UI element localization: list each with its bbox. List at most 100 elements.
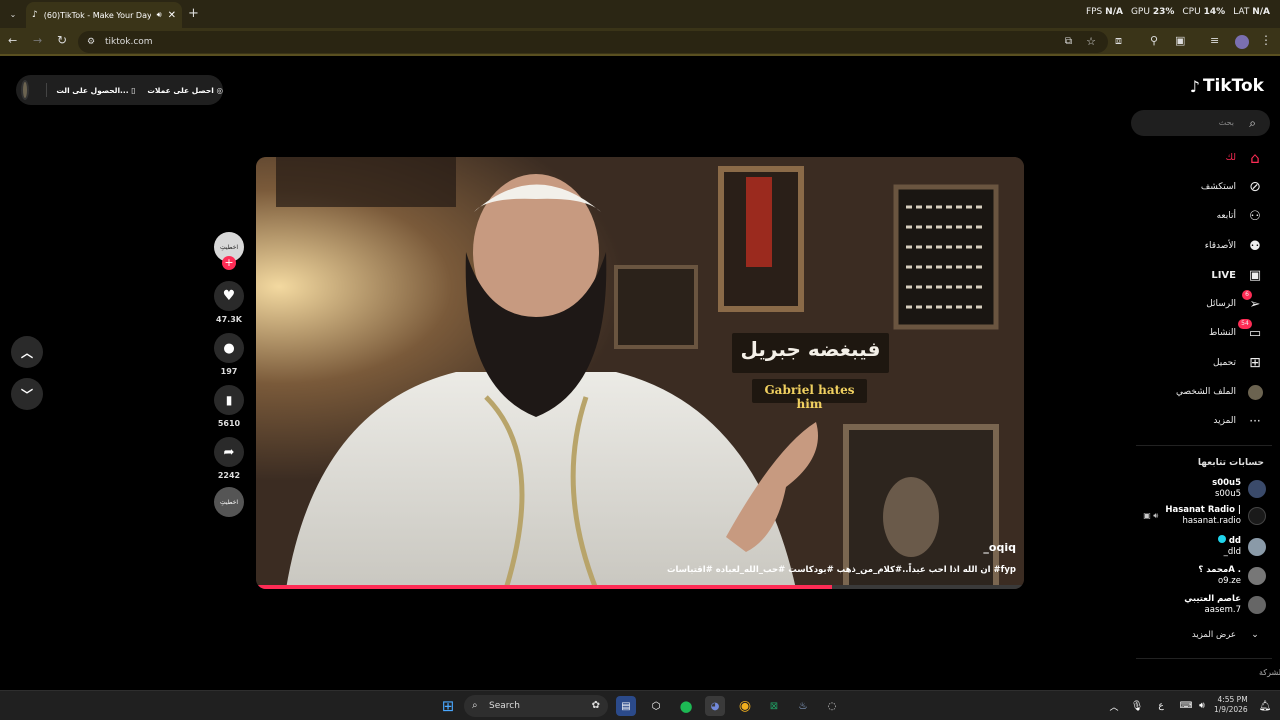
discord-icon[interactable]: ◕ bbox=[705, 696, 725, 716]
nav-explore-label: استكشف bbox=[1200, 182, 1236, 192]
new-tab-icon[interactable]: + bbox=[188, 6, 199, 21]
heart-icon: ♥ bbox=[222, 288, 236, 304]
search-input[interactable]: ⌕ بحث bbox=[1131, 110, 1270, 136]
taskbar-search-box[interactable]: ⌕ Search ✿ bbox=[464, 695, 608, 717]
followed-account[interactable]: s00u5 s00u5 bbox=[1212, 478, 1266, 500]
file-explorer-icon[interactable]: ▤ bbox=[616, 696, 636, 716]
save-count: 5610 bbox=[217, 419, 241, 428]
video-caption-arabic: فيبغضه جبريل bbox=[740, 337, 881, 361]
like-button[interactable]: ♥ bbox=[214, 281, 244, 311]
nav-activity[interactable]: النشاط ▭ 54 bbox=[1209, 319, 1264, 342]
address-bar[interactable]: ⚙ tiktok.com ⧉ ☆ bbox=[78, 31, 1108, 53]
extensions-icon[interactable]: ⧈ bbox=[1115, 34, 1122, 48]
previous-video-button[interactable]: ︿ bbox=[11, 336, 43, 368]
get-app-button[interactable]: الحصول على الت... ▯ bbox=[56, 86, 135, 95]
followed-account[interactable]: عاصم العتيبي aasem.7 bbox=[1184, 594, 1266, 616]
get-coins-button[interactable]: احصل على عملات ◎ bbox=[147, 86, 223, 95]
nav-profile-label: الملف الشخصي bbox=[1176, 387, 1236, 397]
extension-bug-icon[interactable]: ⚲ bbox=[1150, 34, 1158, 47]
follow-plus-icon[interactable]: + bbox=[222, 256, 236, 270]
nav-following[interactable]: أتابعه ⚇ bbox=[1217, 207, 1264, 225]
start-windows-icon[interactable]: ⊞ bbox=[438, 696, 458, 716]
share-button[interactable]: ➦ bbox=[214, 437, 244, 467]
nav-upload-label: تحميل bbox=[1212, 358, 1236, 368]
user-avatar[interactable] bbox=[21, 80, 30, 100]
person-follow-icon: ⚇ bbox=[1249, 208, 1261, 224]
nav-live-label: LIVE bbox=[1211, 269, 1236, 281]
fps-label: FPS bbox=[1085, 7, 1103, 17]
audio-playing-icon[interactable]: 🔊︎ bbox=[157, 10, 162, 20]
share-arrow-icon: ➦ bbox=[223, 444, 235, 460]
comment-button[interactable]: ● bbox=[214, 333, 244, 363]
nav-more[interactable]: المزيد ··· bbox=[1213, 412, 1264, 430]
tiktok-page: الحصول على الت... ▯ احصل على عملات ◎ ︿ ﹀… bbox=[0, 58, 1280, 690]
tab-search-icon[interactable]: ⌄ bbox=[6, 7, 20, 21]
chrome-icon[interactable]: ◉ bbox=[735, 696, 755, 716]
show-hidden-icons-chevron-up-icon[interactable]: ︿ bbox=[1104, 696, 1124, 716]
tiktok-note-icon: ♪ bbox=[1189, 76, 1200, 96]
music-disc-button[interactable]: اخطیتِ bbox=[214, 487, 244, 517]
tab-title: (60)TikTok - Make Your Day bbox=[43, 10, 151, 20]
bookmark-icon: ▮ bbox=[225, 393, 233, 407]
browser-tab[interactable]: ♪ (60)TikTok - Make Your Day 🔊︎ ✕ bbox=[26, 2, 182, 28]
followed-account[interactable]: dd _dld bbox=[1217, 535, 1266, 558]
video-author[interactable]: _oqiq bbox=[983, 541, 1016, 554]
see-more-accounts[interactable]: عرض المزيد ⌄ bbox=[1192, 626, 1264, 644]
nav-upload[interactable]: تحميل ⊞ bbox=[1213, 354, 1264, 372]
spotify-icon[interactable]: ● bbox=[676, 696, 696, 716]
followed-account[interactable]: ▣ 🔊︎ Hasanat Radio | hasanat.radio bbox=[1143, 505, 1266, 527]
get-app-label: الحصول على الت... bbox=[56, 85, 129, 95]
unity-icon[interactable]: ⬡ bbox=[646, 696, 666, 716]
comment-count: 197 bbox=[220, 367, 238, 376]
clock[interactable]: 4:55 PM 1/9/2026 bbox=[1214, 695, 1248, 715]
company-link[interactable]: الشركة bbox=[1259, 668, 1280, 677]
progress-bar-fill bbox=[256, 585, 832, 589]
next-video-button[interactable]: ﹀ bbox=[11, 378, 43, 410]
account-avatar bbox=[1248, 537, 1266, 556]
reading-list-icon[interactable]: ≡ bbox=[1210, 34, 1219, 47]
microphone-icon[interactable]: 🎙︎ bbox=[1127, 696, 1147, 716]
app-badge-icon[interactable]: ◌ bbox=[822, 696, 842, 716]
input-language[interactable]: ع bbox=[1151, 696, 1171, 716]
notifications-icon[interactable]: 🔔︎ bbox=[1255, 696, 1275, 716]
ellipsis-icon: ··· bbox=[1249, 414, 1261, 428]
cpu-label: CPU bbox=[1182, 7, 1201, 17]
tab-close-icon[interactable]: ✕ bbox=[168, 10, 176, 21]
followed-account[interactable]: محمد ؟A . o9.ze bbox=[1198, 565, 1266, 587]
steam-icon[interactable]: ♨ bbox=[793, 696, 813, 716]
phone-icon: ▯ bbox=[131, 85, 136, 95]
music-disc-text: اخطیتِ bbox=[220, 498, 238, 506]
sidebar-divider bbox=[1136, 658, 1272, 659]
browser-menu-icon[interactable]: ⋮ bbox=[1260, 33, 1272, 47]
bookmark-star-icon[interactable]: ☆ bbox=[1086, 31, 1096, 53]
back-icon[interactable]: ← bbox=[8, 34, 17, 47]
excel-icon[interactable]: ⊠ bbox=[764, 696, 784, 716]
promo-bar: الحصول على الت... ▯ احصل على عملات ◎ bbox=[16, 75, 223, 105]
nav-for-you[interactable]: لك ⌂ bbox=[1226, 149, 1264, 167]
account-name-row: dd bbox=[1217, 535, 1241, 547]
account-handle: _dld bbox=[1223, 547, 1241, 557]
forward-icon[interactable]: → bbox=[33, 34, 42, 47]
nav-profile[interactable]: الملف الشخصي bbox=[1176, 383, 1264, 401]
account-avatar bbox=[1248, 507, 1266, 525]
install-app-icon[interactable]: ⧉ bbox=[1065, 31, 1072, 53]
search-icon: ⌕ bbox=[472, 700, 478, 711]
sidepanel-icon[interactable]: ▣ bbox=[1175, 34, 1185, 47]
nav-explore[interactable]: استكشف ⊘ bbox=[1201, 178, 1264, 196]
save-button[interactable]: ▮ bbox=[214, 385, 244, 415]
comment-bubble-icon: ● bbox=[223, 340, 235, 356]
logo-text: TikTok bbox=[1202, 76, 1264, 96]
like-action: ♥ 47.3K bbox=[212, 281, 246, 324]
video-player[interactable]: فيبغضه جبريل Gabriel hates him _oqiq ان … bbox=[256, 157, 1024, 589]
reload-icon[interactable]: ↻ bbox=[57, 33, 67, 47]
windows-taskbar: ⊞ ⌕ Search ✿ ▤ ⬡ ● ◕ ◉ ⊠ ♨ ◌ ︿ 🎙︎ ع ⌨ 🔊︎… bbox=[0, 690, 1280, 720]
nav-friends[interactable]: الأصدقاء ⚉ bbox=[1205, 237, 1264, 255]
profile-avatar-icon[interactable] bbox=[1235, 35, 1249, 49]
volume-icon[interactable]: 🔊︎ bbox=[1192, 696, 1212, 716]
site-info-icon[interactable]: ⚙ bbox=[87, 31, 95, 53]
nav-messages[interactable]: الرسائل ➢ 6 bbox=[1206, 290, 1264, 313]
upload-plus-icon: ⊞ bbox=[1249, 355, 1261, 371]
nav-live[interactable]: LIVE ▣ bbox=[1211, 266, 1264, 284]
tiktok-logo[interactable]: ♪ TikTok bbox=[1190, 76, 1264, 96]
gpu-label: GPU bbox=[1130, 7, 1150, 17]
